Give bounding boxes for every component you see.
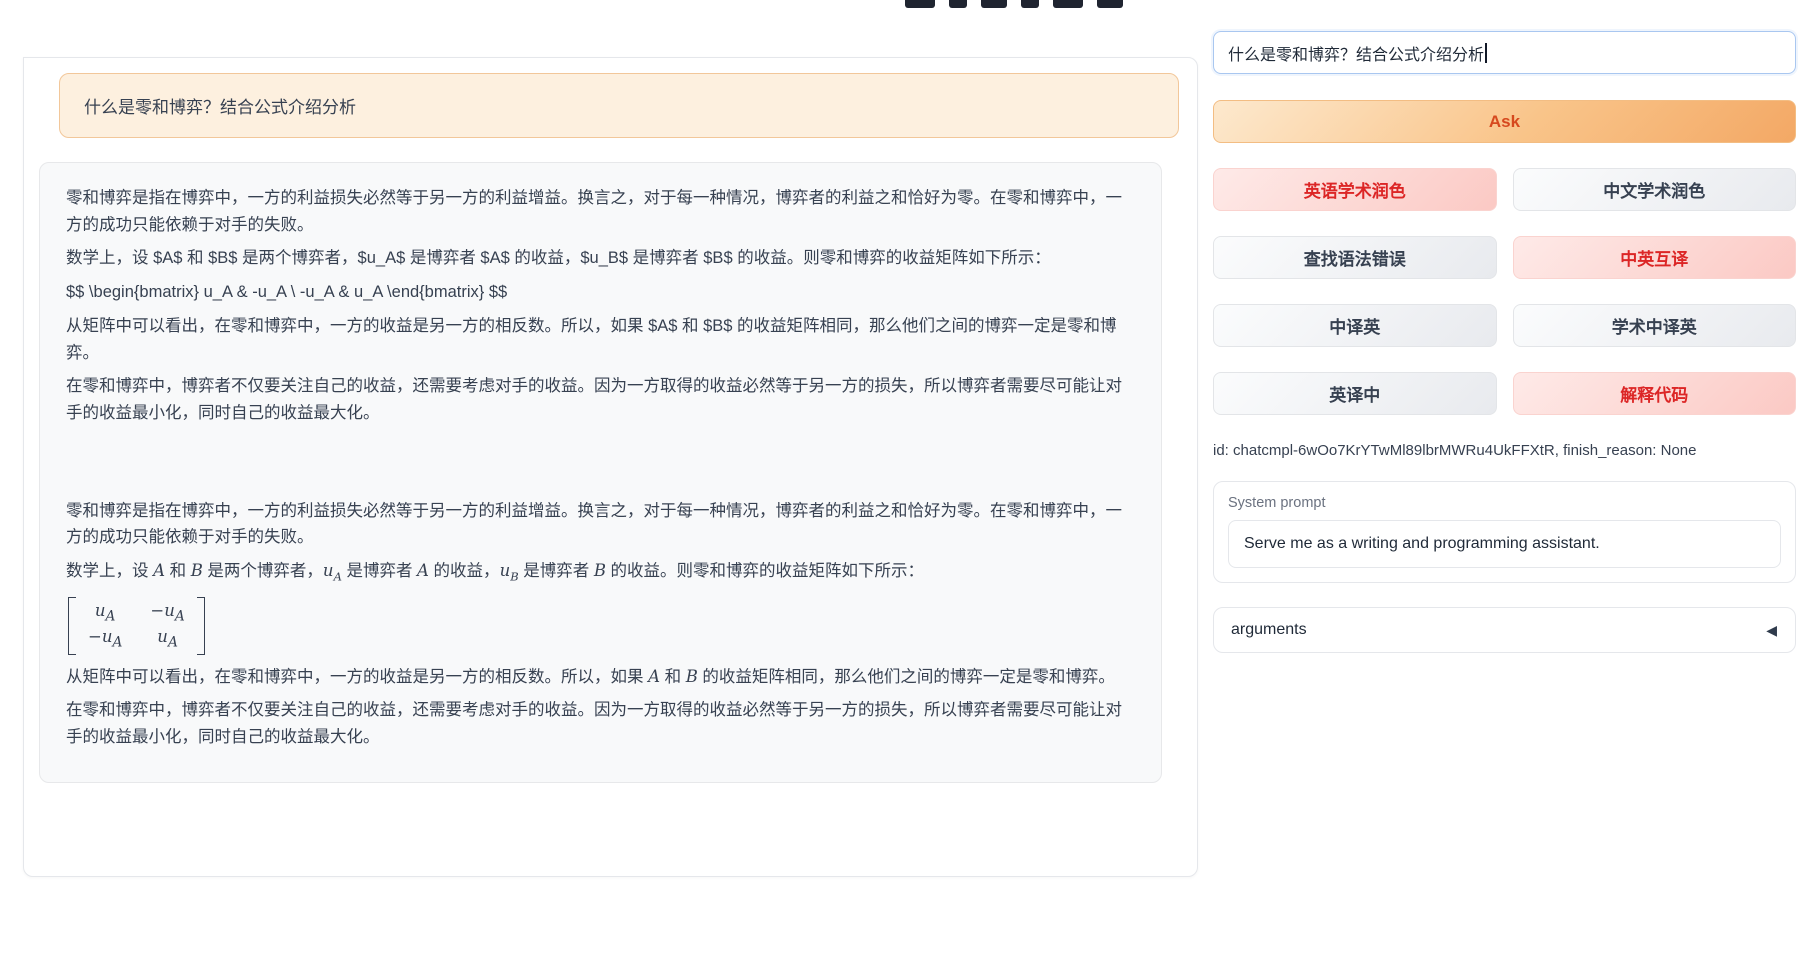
quick-button-explain-code[interactable]: 解释代码 [1513,372,1797,415]
quick-button-zh-en-mutual[interactable]: 中英互译 [1513,236,1797,279]
user-message-bubble: 什么是零和博弈？结合公式介绍分析 [59,73,1179,138]
title-glyph-fragment [981,0,1007,8]
clipped-page-title [905,0,1165,8]
matrix-left-bracket [68,597,76,655]
math-var-uA: uA [323,561,342,580]
payoff-matrix: uA −uA −uA uA [68,597,205,655]
math-var-B: B [594,561,606,580]
matrix-cell-22: uA [150,626,184,652]
bot-raw-paragraph: 在零和博弈中，博弈者不仅要关注自己的收益，还需要考虑对手的收益。因为一方取得的收… [66,373,1135,426]
title-glyph-fragment [949,0,967,8]
bot-raw-paragraph: 零和博弈是指在博弈中，一方的利益损失必然等于另一方的利益增益。换言之，对于每一种… [66,185,1135,238]
math-var-A: A [648,667,660,686]
collapse-arrow-icon[interactable]: ◀ [1766,622,1777,639]
paragraph-spacer [66,434,1135,498]
matrix-cell-11: uA [88,600,122,626]
bot-rendered-paragraph: 在零和博弈中，博弈者不仅要关注自己的收益，还需要考虑对手的收益。因为一方取得的收… [66,697,1135,750]
bot-raw-paragraph: 从矩阵中可以看出，在零和博弈中，一方的收益是另一方的相反数。所以，如果 $A$ … [66,313,1135,366]
math-var-B: B [191,561,203,580]
quick-button-zh-to-en[interactable]: 中译英 [1213,304,1497,347]
user-message-text: 什么是零和博弈？结合公式介绍分析 [84,98,356,117]
quick-button-grammar-check[interactable]: 查找语法错误 [1213,236,1497,279]
matrix-cell-12: −uA [150,600,184,626]
math-var-A: A [153,561,165,580]
bot-rendered-math-paragraph: 数学上，设 A 和 B 是两个博弈者，uA 是博弈者 A 的收益，uB 是博弈者… [66,558,1135,586]
quick-button-en-to-zh[interactable]: 英译中 [1213,372,1497,415]
bot-rendered-paragraph: 零和博弈是指在博弈中，一方的利益损失必然等于另一方的利益增益。换言之，对于每一种… [66,498,1135,551]
bot-raw-paragraph: 数学上，设 $A$ 和 $B$ 是两个博弈者，$u_A$ 是博弈者 $A$ 的收… [66,245,1135,272]
matrix-right-bracket [197,597,205,655]
quick-actions-grid: 英语学术润色 中文学术润色 查找语法错误 中英互译 中译英 学术中译英 英译中 … [1213,168,1796,415]
ask-button[interactable]: Ask [1213,100,1796,143]
question-input[interactable]: 什么是零和博弈？结合公式介绍分析 [1213,31,1796,74]
quick-button-academic-zh-to-en[interactable]: 学术中译英 [1513,304,1797,347]
title-glyph-fragment [1097,0,1123,8]
bot-message-bubble: 零和博弈是指在博弈中，一方的利益损失必然等于另一方的利益增益。换言之，对于每一种… [39,162,1162,783]
arguments-accordion[interactable]: arguments ◀ [1213,607,1796,653]
response-meta-line: id: chatcmpl-6wOo7KrYTwMl89lbrMWRu4UkFFX… [1213,442,1796,459]
system-prompt-card: System prompt Serve me as a writing and … [1213,481,1796,583]
chatbot-label: Chatbot [23,57,119,58]
quick-button-english-polish[interactable]: 英语学术润色 [1213,168,1497,211]
system-prompt-label: System prompt [1228,495,1781,511]
question-input-value: 什么是零和博弈？结合公式介绍分析 [1228,41,1484,65]
system-prompt-input[interactable]: Serve me as a writing and programming as… [1228,520,1781,568]
math-var-B: B [686,667,698,686]
text-cursor [1485,43,1487,63]
title-glyph-fragment [1053,0,1083,8]
bot-raw-latex-line: $$ \begin{bmatrix} u_A & -u_A \ -u_A & u… [66,279,1135,306]
chatbot-panel[interactable]: Chatbot 什么是零和博弈？结合公式介绍分析 零和博弈是指在博弈中，一方的利… [23,57,1198,877]
bot-rendered-math-paragraph: 从矩阵中可以看出，在零和博弈中，一方的收益是另一方的相反数。所以，如果 A 和 … [66,664,1135,691]
system-prompt-value: Serve me as a writing and programming as… [1244,535,1600,553]
arguments-accordion-label: arguments [1231,621,1307,639]
title-glyph-fragment [1021,0,1039,8]
quick-button-chinese-polish[interactable]: 中文学术润色 [1513,168,1797,211]
math-var-A: A [417,561,429,580]
matrix-cell-21: −uA [88,626,122,652]
controls-column: 什么是零和博弈？结合公式介绍分析 Ask 英语学术润色 中文学术润色 查找语法错… [1213,31,1796,653]
math-var-uB: uB [500,561,519,580]
title-glyph-fragment [905,0,935,8]
